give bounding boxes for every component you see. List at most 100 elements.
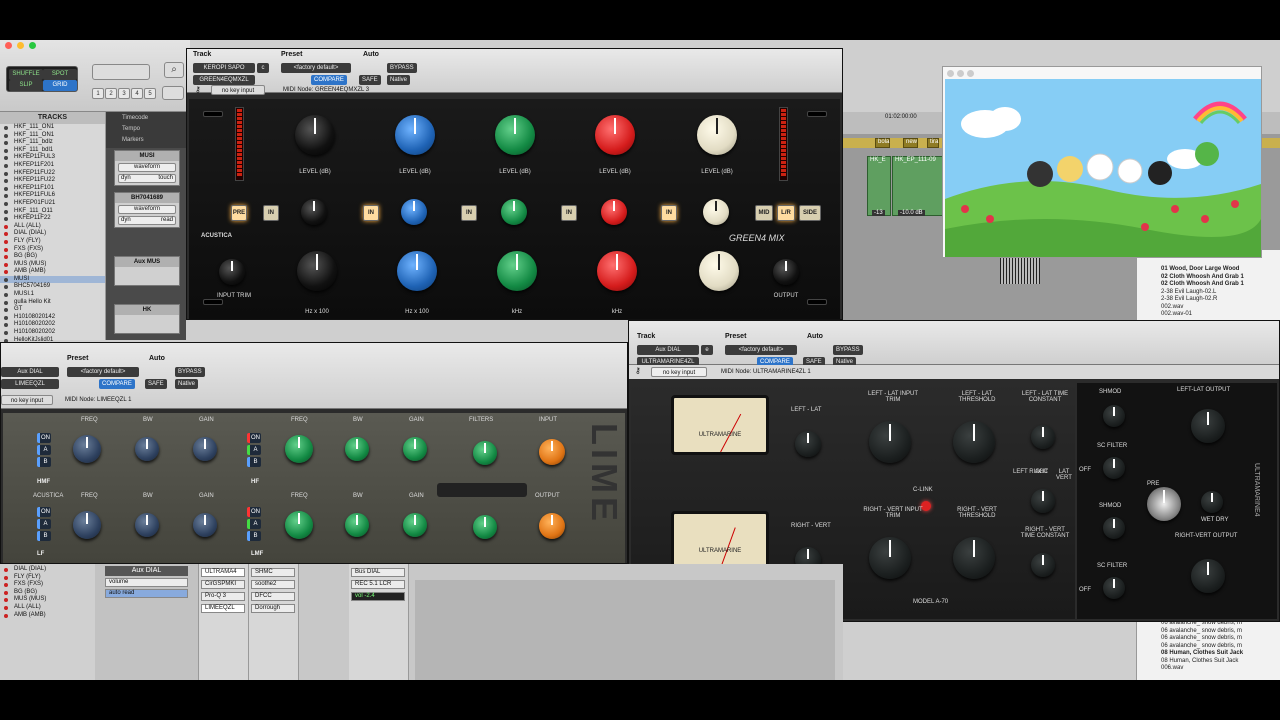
lf-on-button[interactable]: ON	[37, 507, 51, 517]
track-status-icon[interactable]	[4, 163, 8, 168]
track-row[interactable]: HKF_111_bdl1	[0, 147, 105, 155]
level-knob-1[interactable]	[295, 115, 335, 155]
track-row[interactable]: FLY (FLY)	[0, 574, 95, 582]
track-suffix[interactable]: c	[257, 63, 269, 73]
q-knob-5[interactable]	[703, 199, 729, 225]
filters-knob[interactable]	[473, 441, 497, 465]
preset-select[interactable]: <factory default>	[725, 345, 797, 355]
track-status-icon[interactable]	[4, 598, 8, 603]
marker-bola[interactable]: bola	[875, 138, 891, 148]
track-status-icon[interactable]	[4, 217, 8, 222]
track-row[interactable]: HKF_111_O11	[0, 208, 105, 216]
input-knob[interactable]	[539, 439, 565, 465]
safe-button[interactable]: SAFE	[359, 75, 381, 85]
tool-selector[interactable]	[162, 86, 184, 100]
track-status-icon[interactable]	[4, 605, 8, 610]
track-row[interactable]: MUS (MUS)	[0, 596, 95, 604]
key-input-select[interactable]: no key input	[651, 367, 707, 377]
insert-slot-3[interactable]: Pro-Q 3	[201, 592, 245, 601]
automation-mode[interactable]: touch	[158, 175, 173, 182]
track-channel-aux-mus[interactable]: Aux MUS	[114, 256, 180, 286]
left-time-knob[interactable]	[1031, 425, 1055, 449]
safe-button[interactable]: SAFE	[145, 379, 167, 389]
track-status-icon[interactable]	[4, 179, 8, 184]
track-status-icon[interactable]	[4, 300, 8, 305]
track-view-select[interactable]: waveform	[118, 205, 176, 214]
right-input-trim-knob[interactable]	[869, 537, 911, 579]
marker-new[interactable]: new	[903, 138, 919, 148]
volume-readout[interactable]: vol -2.4	[351, 592, 405, 601]
clip-list-item[interactable]: 06 avalanche_ snow debris, m	[1137, 628, 1280, 636]
insert-slot-4[interactable]: LIMEEQZL	[201, 604, 245, 613]
input-trim-knob[interactable]	[219, 259, 245, 285]
bus-send[interactable]: Bus DIAL	[351, 568, 405, 577]
track-status-icon[interactable]	[4, 194, 8, 199]
track-suffix[interactable]: e	[701, 345, 713, 355]
zoom-preset-1[interactable]: 1	[92, 88, 104, 99]
lmf-b-button[interactable]: B	[247, 531, 261, 541]
track-status-icon[interactable]	[4, 239, 8, 244]
key-input-select[interactable]: no key input	[1, 395, 53, 405]
spot-mode-button[interactable]: SPOT	[43, 69, 77, 80]
track-status-icon[interactable]	[4, 156, 8, 161]
track-status-icon[interactable]	[4, 224, 8, 229]
minimize-window-icon[interactable]	[17, 42, 24, 49]
track-row[interactable]: FXS (FXS)	[0, 246, 105, 254]
track-row[interactable]: HKFEP11F201	[0, 162, 105, 170]
lmf-freq-knob[interactable]	[285, 511, 313, 539]
lime-switch-bank[interactable]	[437, 483, 527, 497]
in-button-4[interactable]: IN	[561, 205, 577, 221]
filters-knob-2[interactable]	[473, 515, 497, 539]
track-status-icon[interactable]	[4, 590, 8, 595]
hmf-bw-knob[interactable]	[135, 437, 159, 461]
track-select[interactable]: KEROPI SAPO	[193, 63, 255, 73]
track-row[interactable]: MUSI.1	[0, 291, 105, 299]
lf-gain-knob[interactable]	[193, 513, 217, 537]
right-threshold-knob[interactable]	[953, 537, 995, 579]
pre-button[interactable]: PRE	[231, 205, 247, 221]
hf-a-button[interactable]: A	[247, 445, 261, 455]
in-button-3[interactable]: IN	[461, 205, 477, 221]
freq-knob-5[interactable]	[699, 251, 739, 291]
native-button[interactable]: Native	[175, 379, 199, 389]
track-status-icon[interactable]	[4, 247, 8, 252]
track-row[interactable]: FXS (FXS)	[0, 581, 95, 589]
freq-knob-3[interactable]	[497, 251, 537, 291]
in-button-5[interactable]: IN	[661, 205, 677, 221]
track-status-icon[interactable]	[4, 308, 8, 313]
lmf-gain-knob[interactable]	[403, 513, 427, 537]
shuffle-mode-button[interactable]: SHUFFLE	[9, 69, 43, 80]
track-row[interactable]: DIAL (DIAL)	[0, 230, 105, 238]
track-status-icon[interactable]	[4, 575, 8, 580]
plugin-select[interactable]: GREEN4EQMXZL	[193, 75, 255, 85]
track-row[interactable]: AMB (AMB)	[0, 612, 95, 620]
track-channel-bh[interactable]: BH7041689 waveform dyn read	[114, 192, 180, 228]
insert-slot-8[interactable]: Dorrough	[251, 604, 295, 613]
track-row[interactable]: HKFEP11F22	[0, 215, 105, 223]
track-row[interactable]: HKFEP11FU22	[0, 177, 105, 185]
grid-mode-button[interactable]: GRID	[43, 80, 77, 91]
slip-mode-button[interactable]: SLIP	[9, 80, 43, 91]
track-status-icon[interactable]	[4, 293, 8, 298]
track-status-icon[interactable]	[4, 270, 8, 275]
edit-lanes[interactable]	[415, 580, 835, 680]
track-row[interactable]: H10108020142	[0, 314, 105, 322]
rec-send[interactable]: REC 5.1 LCR	[351, 580, 405, 589]
track-row[interactable]: H10108020202	[0, 329, 105, 337]
track-row[interactable]: HKFEP11FUL3	[0, 154, 105, 162]
track-row[interactable]: HKFEP11FU22	[0, 170, 105, 178]
zoom-preset-4[interactable]: 4	[131, 88, 143, 99]
volume-select[interactable]: volume	[105, 578, 188, 587]
agc-switch[interactable]	[1031, 489, 1055, 513]
clip-list-item[interactable]: 02 Cloth Whoosh And Grab 1	[1137, 281, 1280, 289]
track-status-icon[interactable]	[4, 613, 8, 618]
track-row[interactable]: ALL (ALL)	[0, 604, 95, 612]
track-select[interactable]: Aux DIAL	[637, 345, 699, 355]
track-name[interactable]: Aux MUS	[115, 257, 179, 267]
lr-button[interactable]: L/R	[777, 205, 795, 221]
audio-clip[interactable]: HK_E	[867, 156, 891, 216]
clip-gain-db[interactable]: -10.0 dB	[898, 210, 925, 216]
track-status-icon[interactable]	[4, 209, 8, 214]
compare-button[interactable]: COMPARE	[311, 75, 347, 85]
track-status-icon[interactable]	[4, 232, 8, 237]
